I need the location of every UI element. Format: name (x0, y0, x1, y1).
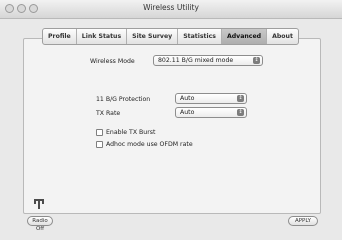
adhoc-ofdm-label: Adhoc mode use OFDM rate (106, 141, 193, 148)
tab-advanced[interactable]: Advanced (221, 29, 268, 44)
updown-arrow-icon: ↕ (253, 57, 260, 64)
enable-tx-burst-checkbox[interactable] (96, 129, 103, 136)
tab-bar: Profile Link Status Site Survey Statisti… (42, 28, 299, 45)
wireless-mode-label: Wireless Mode (90, 58, 135, 65)
tab-link-status[interactable]: Link Status (77, 29, 128, 44)
tx-rate-select[interactable]: Auto ↕ (175, 107, 247, 118)
protection-label: 11 B/G Protection (96, 96, 151, 103)
radio-off-button[interactable]: Radio Off (27, 216, 53, 232)
wireless-utility-window: Wireless Utility Profile Link Status Sit… (0, 0, 342, 240)
antenna-icon (34, 199, 44, 209)
tab-profile[interactable]: Profile (43, 29, 77, 44)
tab-site-survey[interactable]: Site Survey (127, 29, 179, 44)
title-bar: Wireless Utility (0, 0, 342, 19)
tab-about[interactable]: About (267, 29, 298, 44)
window-title: Wireless Utility (143, 3, 199, 12)
wireless-mode-value: 802.11 B/G mixed mode (158, 57, 234, 64)
tx-rate-value: Auto (180, 109, 195, 116)
protection-value: Auto (180, 95, 195, 102)
wireless-mode-select[interactable]: 802.11 B/G mixed mode ↕ (153, 55, 263, 66)
tx-rate-label: TX Rate (96, 110, 121, 117)
tab-statistics[interactable]: Statistics (178, 29, 222, 44)
adhoc-ofdm-checkbox[interactable] (96, 141, 103, 148)
protection-select[interactable]: Auto ↕ (175, 93, 247, 104)
updown-arrow-icon: ↕ (237, 109, 244, 116)
apply-button[interactable]: APPLY (288, 216, 318, 226)
enable-tx-burst-label: Enable TX Burst (106, 129, 156, 136)
updown-arrow-icon: ↕ (237, 95, 244, 102)
